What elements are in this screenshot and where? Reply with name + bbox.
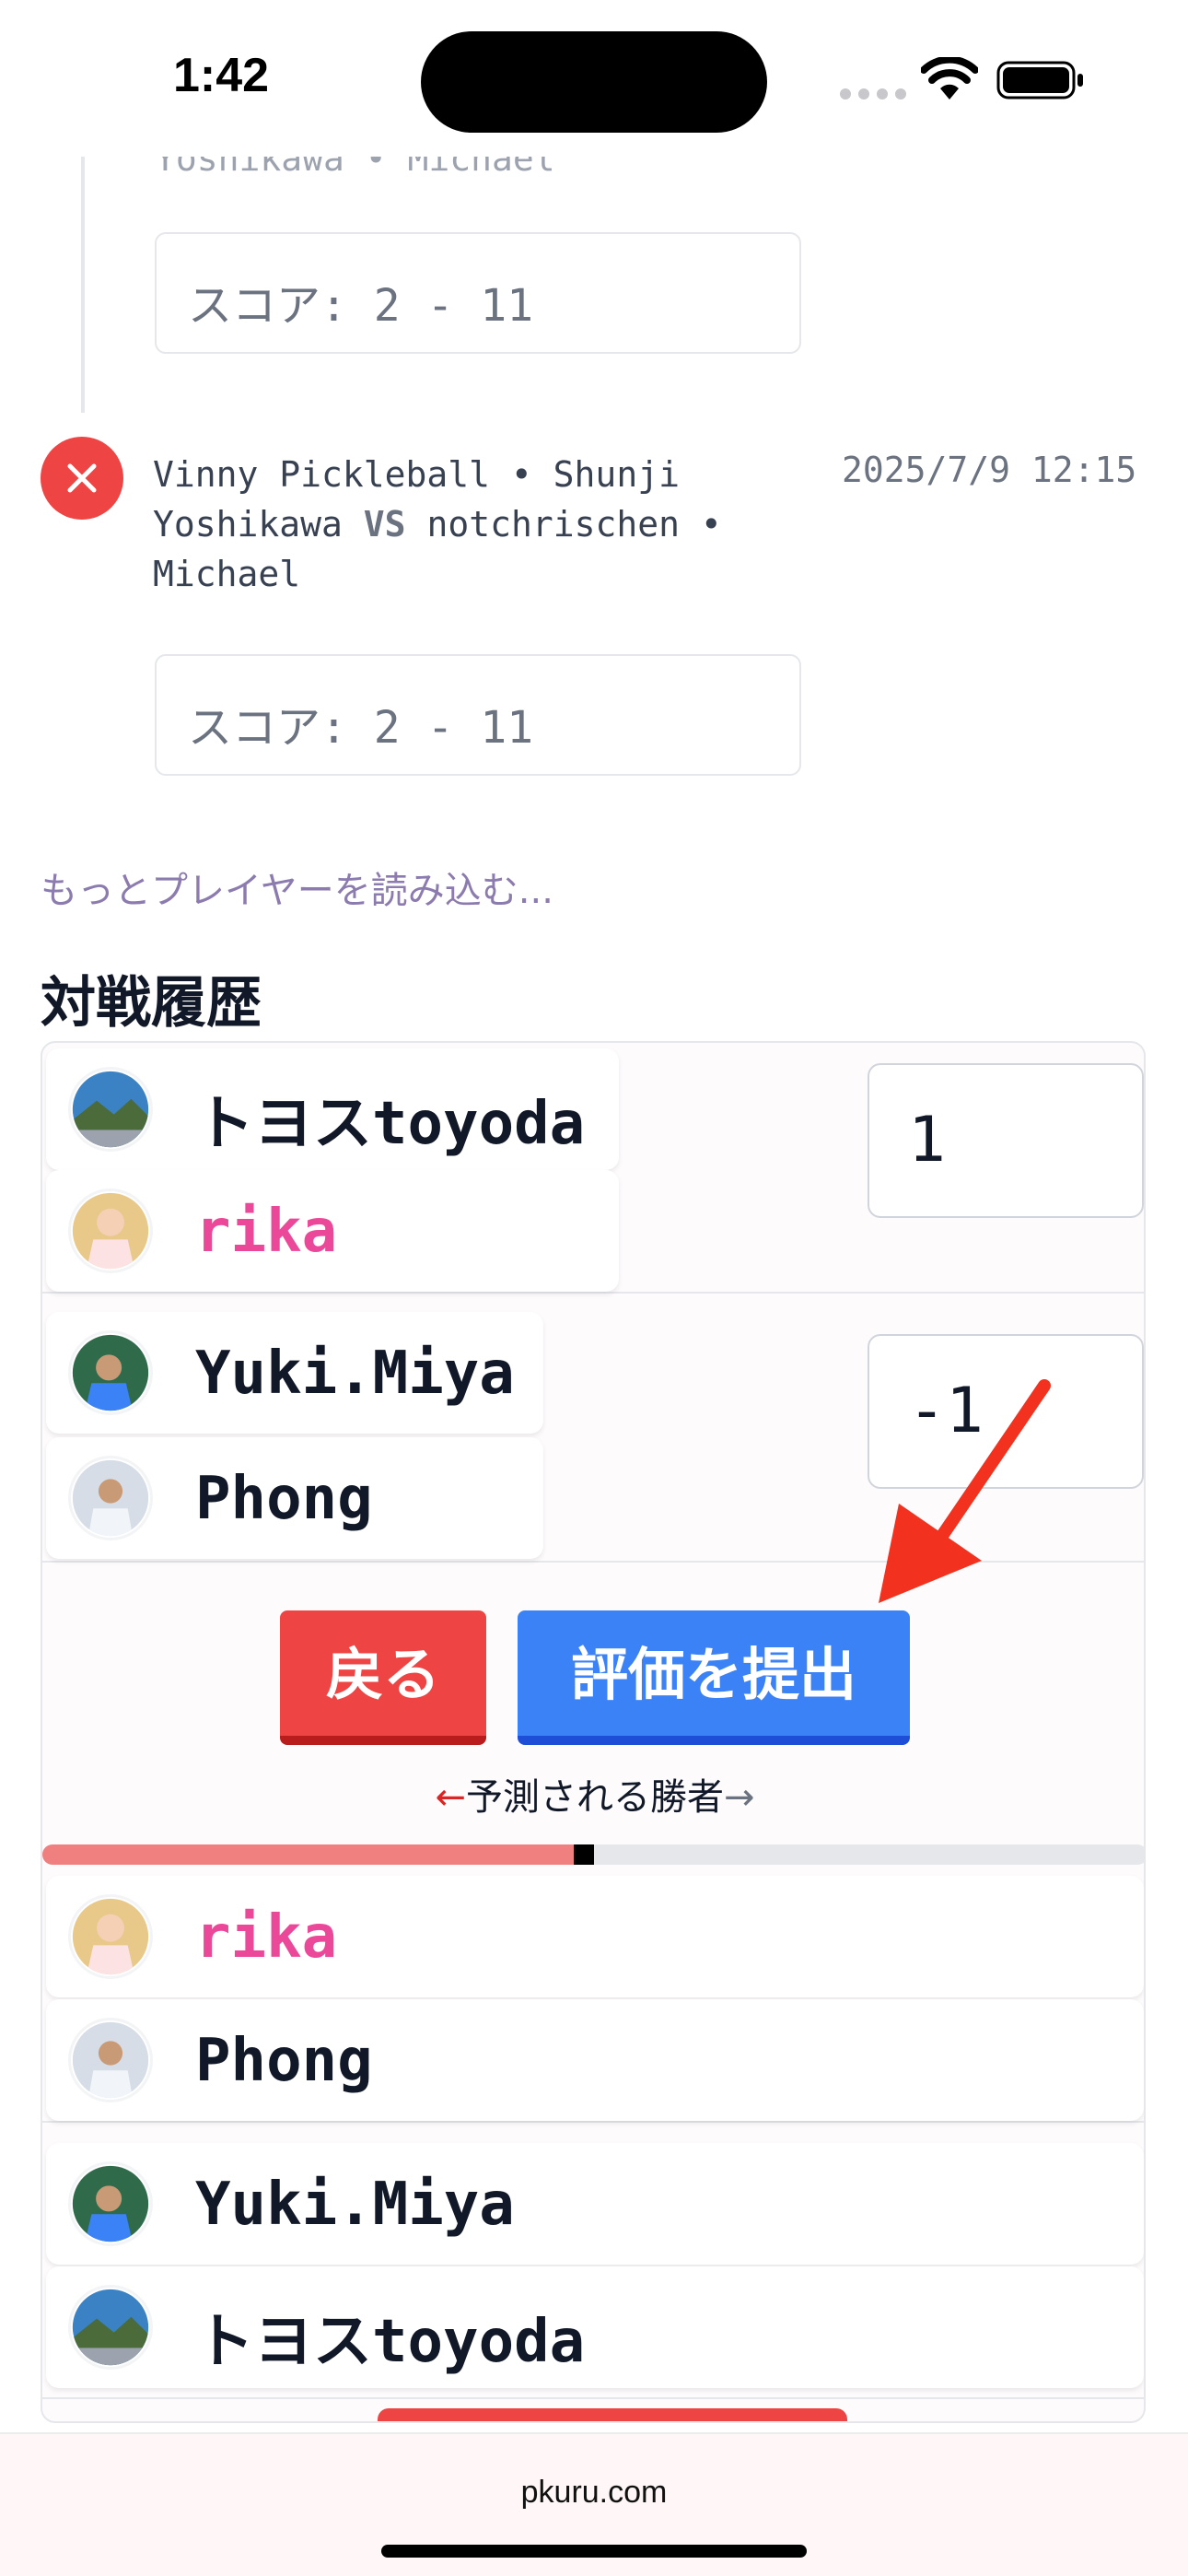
player-name: rika (195, 1903, 338, 1972)
close-icon (67, 463, 97, 493)
team-b-row: Yuki.Miya Phong -1 (42, 1294, 1144, 1563)
avatar (68, 1330, 153, 1415)
match-players: Vinny Pickleball • Shunji Yoshikawa VS n… (153, 450, 751, 599)
dynamic-island (421, 31, 767, 133)
arrow-right-icon: → (724, 1776, 755, 1819)
player-name: トヨスtoyoda (195, 1090, 586, 1158)
player-name: Phong (195, 2027, 373, 2095)
avatar (68, 1067, 153, 1152)
vs-label: VS (363, 504, 406, 544)
avatar (68, 2018, 153, 2102)
submit-rating-button[interactable]: 評価を提出 (518, 1610, 910, 1745)
score-display: スコア: 2 - 11 (155, 654, 801, 776)
history-pair-row: Yuki.Miya トヨスtoyoda (42, 2123, 1144, 2399)
match-history-card: トヨスtoyoda rika 1 Yuki.Miya Phong -1 戻る 評… (41, 1041, 1146, 2423)
arrow-left-icon: ← (435, 1776, 466, 1819)
battery-icon (996, 61, 1083, 100)
player-chip[interactable]: Yuki.Miya (46, 1312, 543, 1434)
player-chip[interactable]: トヨスtoyoda (46, 2266, 1144, 2388)
team-a-score-input[interactable]: 1 (868, 1063, 1144, 1218)
score-text: スコア: 2 - 11 (188, 280, 534, 332)
prediction-marker (574, 1844, 594, 1865)
browser-bottom-bar: pkuru.com (0, 2432, 1188, 2576)
home-indicator[interactable] (381, 2545, 807, 2558)
url-bar[interactable]: pkuru.com (0, 2475, 1188, 2511)
back-button[interactable]: 戻る (280, 1610, 486, 1745)
player-chip[interactable]: Phong (46, 1999, 1144, 2121)
history-pair-row: rika Phong (42, 1872, 1144, 2123)
avatar (68, 1188, 153, 1273)
player-chip[interactable]: rika (46, 1876, 1144, 1997)
avatar (68, 1894, 153, 1979)
section-title: 対戦履歴 (41, 971, 262, 1036)
next-button-partial[interactable] (378, 2408, 847, 2421)
status-time: 1:42 (173, 49, 270, 102)
predicted-winner-text: 予測される勝者 (466, 1776, 724, 1819)
signal-icon (840, 88, 906, 101)
avatar (68, 1456, 153, 1540)
player-chip[interactable]: Phong (46, 1437, 543, 1559)
status-bar: 1:42 (0, 0, 1188, 157)
player-name: Yuki.Miya (195, 2171, 515, 2239)
team-a-row: トヨスtoyoda rika 1 (42, 1043, 1144, 1294)
match-timestamp: 2025/7/9 12:15 (842, 450, 1137, 490)
score-text: スコア: 2 - 11 (188, 702, 534, 754)
avatar (68, 2161, 153, 2246)
prediction-bar (42, 1844, 1144, 1865)
timeline-line (81, 157, 85, 413)
player-chip[interactable]: Yuki.Miya (46, 2143, 1144, 2265)
player-name: Yuki.Miya (195, 1340, 515, 1408)
player-chip[interactable]: rika (46, 1170, 619, 1292)
player-chip[interactable]: トヨスtoyoda (46, 1048, 619, 1170)
player-name: トヨスtoyoda (195, 2308, 586, 2376)
score-display: スコア: 2 - 11 (155, 232, 801, 354)
prediction-bar-fill (42, 1844, 584, 1865)
avatar (68, 2285, 153, 2370)
team-b-score-input[interactable]: -1 (868, 1334, 1144, 1489)
predicted-winner-label: ←予測される勝者→ (42, 1767, 1144, 1821)
wifi-icon (921, 57, 978, 100)
player-name: Phong (195, 1465, 373, 1533)
player-name: rika (195, 1198, 338, 1266)
load-more-link[interactable]: もっとプレイヤーを読み込む... (41, 861, 553, 914)
loss-indicator (41, 437, 123, 520)
